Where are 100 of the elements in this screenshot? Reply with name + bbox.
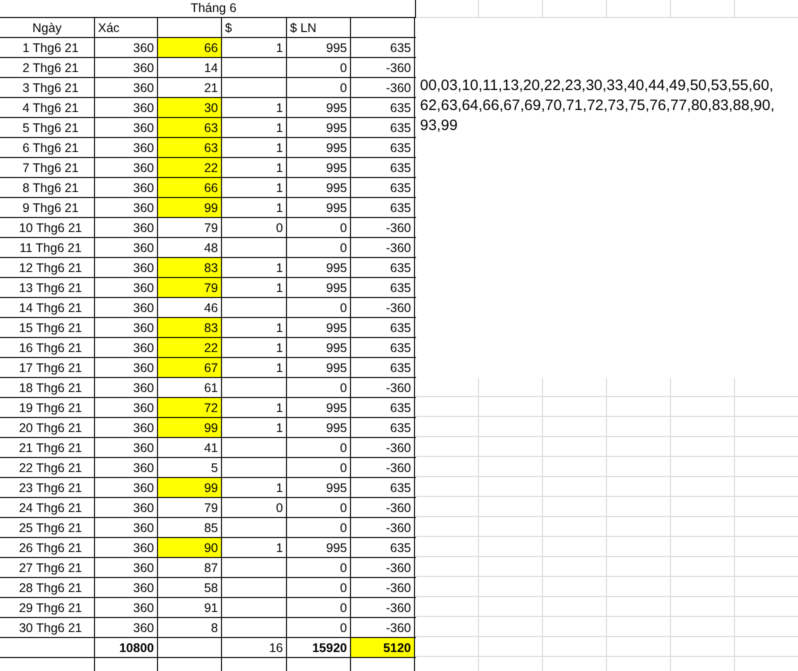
table-cell: 0 [340,520,347,534]
total-cell: 5120 [383,640,411,654]
table-cell: -360 [386,460,411,474]
sheet-title: Tháng 6 [190,0,236,17]
table-cell: 0 [340,460,347,474]
table-cell: 0 [340,560,347,574]
table-cell: 1 [276,540,283,554]
table-cell: 0 [276,220,283,234]
date-cell: 21 Thg6 21 [18,440,82,454]
table-cell: 1 [276,100,283,114]
table-cell: 66 [204,180,218,194]
table-cell: 635 [390,260,411,274]
date-cell: 22 Thg6 21 [18,460,82,474]
table-cell: 0 [340,380,347,394]
column-header: Ngày [32,20,62,34]
table-cell: 14 [204,60,218,74]
table-cell: 0 [340,500,347,514]
table-cell: -360 [386,580,411,594]
table-cell: 360 [133,440,154,454]
table-cell: 360 [133,100,154,114]
date-cell: 8 Thg6 21 [22,180,79,194]
table-cell: 995 [326,160,347,174]
table-cell: 360 [133,320,154,334]
table-cell: 90 [204,540,218,554]
total-cell: 16 [269,640,283,654]
date-cell: 20 Thg6 21 [18,420,82,434]
table-cell: 0 [340,240,347,254]
table-cell: 995 [326,320,347,334]
table-cell: 635 [390,400,411,414]
table-cell: 360 [133,560,154,574]
table-cell: -360 [386,500,411,514]
table-cell: 0 [276,500,283,514]
date-cell: 4 Thg6 21 [22,100,79,114]
table-cell: 360 [133,580,154,594]
date-cell: 23 Thg6 21 [18,480,82,494]
table-cell: 360 [133,500,154,514]
table-cell: -360 [386,380,411,394]
table-cell: 360 [133,540,154,554]
date-cell: 25 Thg6 21 [18,520,82,534]
table-cell: 1 [276,200,283,214]
table-cell: 360 [133,460,154,474]
table-cell: 635 [390,420,411,434]
table-cell: 1 [276,120,283,134]
date-cell: 24 Thg6 21 [18,500,82,514]
table-cell: 360 [133,140,154,154]
table-cell: 1 [276,340,283,354]
table-cell: 995 [326,540,347,554]
table-cell: 635 [390,480,411,494]
date-cell: 13 Thg6 21 [18,280,82,294]
date-cell: 28 Thg6 21 [18,580,82,594]
table-cell: 1 [276,420,283,434]
column-header: Xác [98,20,120,34]
date-cell: 7 Thg6 21 [22,160,79,174]
table-cell: 635 [390,320,411,334]
table-cell: 360 [133,600,154,614]
table-cell: 995 [326,260,347,274]
table-cell: 87 [204,560,218,574]
table-cell: 83 [204,260,218,274]
table-cell: 995 [326,480,347,494]
table-cell: 1 [276,480,283,494]
table-cell: 61 [204,380,218,394]
table-cell: 58 [204,580,218,594]
table-cell: 360 [133,200,154,214]
table-cell: 67 [204,360,218,374]
table-cell: 72 [204,400,218,414]
table-cell: 79 [204,500,218,514]
table-cell: 21 [204,80,218,94]
table-cell: 635 [390,340,411,354]
total-cell: 15920 [312,640,347,654]
table-cell: 0 [340,300,347,314]
table-cell: 635 [390,200,411,214]
table-cell: -360 [386,560,411,574]
column-header: $ [225,20,232,34]
table-cell: 85 [204,520,218,534]
table-cell: 995 [326,420,347,434]
table-cell: -360 [386,220,411,234]
table-cell: 360 [133,520,154,534]
table-cell: 0 [340,580,347,594]
date-cell: 19 Thg6 21 [18,400,82,414]
table-cell: 1 [276,160,283,174]
table-cell: 66 [204,40,218,54]
table-cell: 360 [133,340,154,354]
table-cell: 91 [204,600,218,614]
table-cell: 99 [204,420,218,434]
table-cell: 360 [133,240,154,254]
date-cell: 14 Thg6 21 [18,300,82,314]
table-cell: 0 [340,600,347,614]
table-cell: 99 [204,200,218,214]
table-cell: 635 [390,40,411,54]
table-cell: -360 [386,600,411,614]
table-cell: 1 [276,360,283,374]
table-cell: 360 [133,280,154,294]
column-header: $ LN [290,20,316,34]
table-cell: 635 [390,280,411,294]
table-cell: 360 [133,120,154,134]
table-cell: 635 [390,180,411,194]
table-cell: 995 [326,40,347,54]
table-cell: 360 [133,60,154,74]
table-cell: 83 [204,320,218,334]
table-cell: 22 [204,160,218,174]
